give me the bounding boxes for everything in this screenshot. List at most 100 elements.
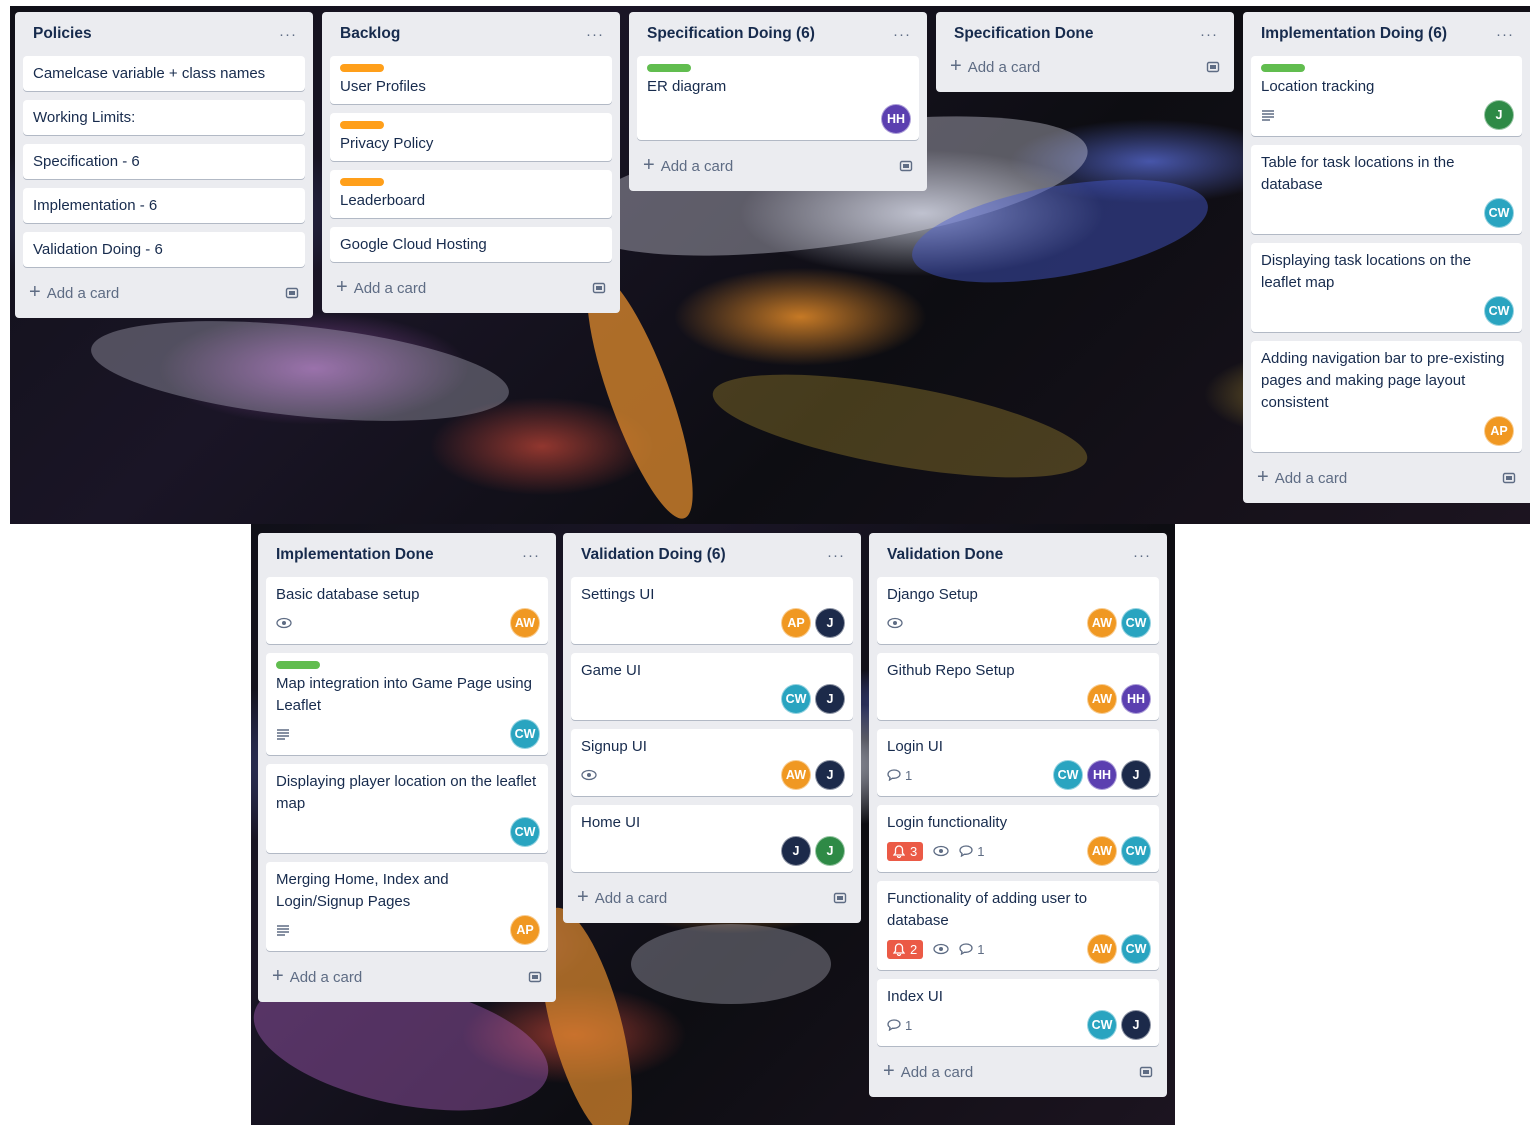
member-avatar[interactable]: CW [1484, 198, 1514, 228]
card-template-icon[interactable] [1206, 60, 1220, 74]
list-menu-button[interactable]: ··· [522, 547, 540, 564]
member-avatar[interactable]: CW [1121, 608, 1151, 638]
member-avatar[interactable]: CW [510, 817, 540, 847]
card[interactable]: Github Repo Setup AW HH [877, 653, 1159, 720]
member-avatar[interactable]: CW [1087, 1010, 1117, 1040]
member-avatar[interactable]: AP [510, 915, 540, 945]
list-title[interactable]: Implementation Done [276, 546, 434, 564]
due-alert-badge[interactable]: 2 [887, 939, 924, 959]
member-avatar[interactable]: HH [881, 104, 911, 134]
card[interactable]: Specification - 6 [23, 144, 305, 179]
add-card-button[interactable]: + Add a card [571, 881, 853, 915]
list-title[interactable]: Specification Doing (6) [647, 25, 815, 43]
card[interactable]: Login functionality 3 1 AW CW [877, 805, 1159, 872]
card[interactable]: Privacy Policy [330, 113, 612, 161]
card[interactable]: Implementation - 6 [23, 188, 305, 223]
add-card-button[interactable]: + Add a card [23, 276, 305, 310]
list-title[interactable]: Validation Done [887, 546, 1003, 564]
card[interactable]: Adding navigation bar to pre-existing pa… [1251, 341, 1522, 452]
member-avatar[interactable]: J [815, 684, 845, 714]
list-title[interactable]: Specification Done [954, 25, 1094, 43]
card[interactable]: Location tracking J [1251, 56, 1522, 136]
member-avatar[interactable]: J [781, 836, 811, 866]
list-menu-button[interactable]: ··· [1133, 547, 1151, 564]
member-avatar[interactable]: HH [1087, 760, 1117, 790]
member-avatar[interactable]: J [1484, 100, 1514, 130]
member-avatar[interactable]: CW [1053, 760, 1083, 790]
card[interactable]: Working Limits: [23, 100, 305, 135]
card-label-orange[interactable] [340, 121, 384, 129]
member-avatar[interactable]: AW [510, 608, 540, 638]
card-label-green[interactable] [276, 661, 320, 669]
card[interactable]: Home UI J J [571, 805, 853, 872]
card[interactable]: Camelcase variable + class names [23, 56, 305, 91]
card[interactable]: Game UI CW J [571, 653, 853, 720]
list-title[interactable]: Implementation Doing (6) [1261, 25, 1447, 43]
add-card-label: Add a card [660, 157, 734, 175]
list-title[interactable]: Policies [33, 25, 92, 43]
card[interactable]: Displaying task locations on the leaflet… [1251, 243, 1522, 332]
add-card-button[interactable]: + Add a card [877, 1055, 1159, 1089]
card-template-icon[interactable] [833, 891, 847, 905]
card[interactable]: User Profiles [330, 56, 612, 104]
add-card-button[interactable]: + Add a card [637, 149, 919, 183]
card-title: Merging Home, Index and Login/Signup Pag… [276, 871, 449, 910]
member-avatar[interactable]: AW [781, 760, 811, 790]
card[interactable]: Login UI 1 CW HH J [877, 729, 1159, 796]
card[interactable]: ER diagram HH [637, 56, 919, 140]
due-alert-badge[interactable]: 3 [887, 841, 924, 861]
list-menu-button[interactable]: ··· [1200, 26, 1218, 43]
list-menu-button[interactable]: ··· [827, 547, 845, 564]
card-template-icon[interactable] [899, 159, 913, 173]
list-menu-button[interactable]: ··· [1496, 26, 1514, 43]
card[interactable]: Django Setup AW CW [877, 577, 1159, 644]
member-avatar[interactable]: AW [1087, 684, 1117, 714]
member-avatar[interactable]: CW [1121, 836, 1151, 866]
member-avatar[interactable]: J [815, 608, 845, 638]
add-card-button[interactable]: + Add a card [266, 960, 548, 994]
member-avatar[interactable]: J [815, 836, 845, 866]
member-avatar[interactable]: J [1121, 1010, 1151, 1040]
list-menu-button[interactable]: ··· [586, 26, 604, 43]
member-avatar[interactable]: HH [1121, 684, 1151, 714]
card-template-icon[interactable] [285, 286, 299, 300]
card[interactable]: Displaying player location on the leafle… [266, 764, 548, 853]
card[interactable]: Table for task locations in the database… [1251, 145, 1522, 234]
card[interactable]: Merging Home, Index and Login/Signup Pag… [266, 862, 548, 951]
add-card-button[interactable]: + Add a card [1251, 461, 1522, 495]
card-label-orange[interactable] [340, 178, 384, 186]
member-avatar[interactable]: AP [781, 608, 811, 638]
member-avatar[interactable]: J [1121, 760, 1151, 790]
member-avatar[interactable]: CW [781, 684, 811, 714]
member-avatar[interactable]: CW [1484, 296, 1514, 326]
member-avatar[interactable]: J [815, 760, 845, 790]
card[interactable]: Signup UI AW J [571, 729, 853, 796]
card[interactable]: Index UI 1 CW J [877, 979, 1159, 1046]
add-card-button[interactable]: + Add a card [330, 271, 612, 305]
card-template-icon[interactable] [592, 281, 606, 295]
member-avatar[interactable]: AW [1087, 608, 1117, 638]
member-avatar[interactable]: CW [510, 719, 540, 749]
card[interactable]: Validation Doing - 6 [23, 232, 305, 267]
card[interactable]: Functionality of adding user to database… [877, 881, 1159, 970]
member-avatar[interactable]: AW [1087, 836, 1117, 866]
card-template-icon[interactable] [528, 970, 542, 984]
card-label-green[interactable] [647, 64, 691, 72]
member-avatar[interactable]: AW [1087, 934, 1117, 964]
card-template-icon[interactable] [1502, 471, 1516, 485]
card-label-orange[interactable] [340, 64, 384, 72]
member-avatar[interactable]: AP [1484, 416, 1514, 446]
add-card-button[interactable]: + Add a card [944, 50, 1226, 84]
member-avatar[interactable]: CW [1121, 934, 1151, 964]
card-template-icon[interactable] [1139, 1065, 1153, 1079]
list-title[interactable]: Validation Doing (6) [581, 546, 726, 564]
card-label-green[interactable] [1261, 64, 1305, 72]
card[interactable]: Leaderboard [330, 170, 612, 218]
card[interactable]: Settings UI AP J [571, 577, 853, 644]
list-menu-button[interactable]: ··· [279, 26, 297, 43]
list-title[interactable]: Backlog [340, 25, 400, 43]
card[interactable]: Google Cloud Hosting [330, 227, 612, 262]
list-menu-button[interactable]: ··· [893, 26, 911, 43]
card[interactable]: Map integration into Game Page using Lea… [266, 653, 548, 755]
card[interactable]: Basic database setup AW [266, 577, 548, 644]
